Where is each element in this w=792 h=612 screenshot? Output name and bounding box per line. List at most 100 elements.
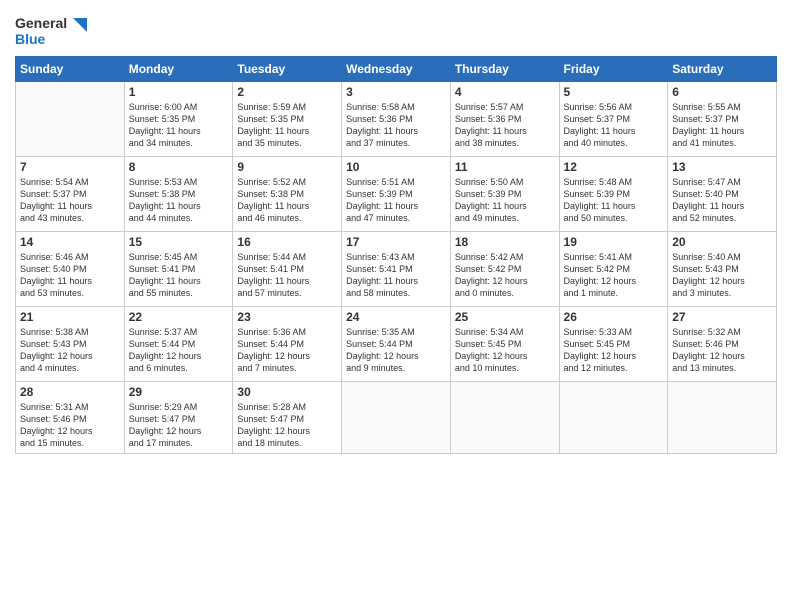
header: General Blue	[15, 10, 777, 50]
day-info: Sunrise: 5:42 AM Sunset: 5:42 PM Dayligh…	[455, 251, 555, 300]
weekday-header-friday: Friday	[559, 57, 668, 82]
calendar-cell	[450, 382, 559, 454]
day-info: Sunrise: 5:44 AM Sunset: 5:41 PM Dayligh…	[237, 251, 337, 300]
day-info: Sunrise: 5:45 AM Sunset: 5:41 PM Dayligh…	[129, 251, 229, 300]
svg-text:General: General	[15, 15, 67, 31]
day-number: 27	[672, 310, 772, 324]
calendar-cell: 4 Sunrise: 5:57 AM Sunset: 5:36 PM Daylig…	[450, 82, 559, 157]
day-number: 12	[564, 160, 664, 174]
calendar-cell: 20Sunrise: 5:40 AM Sunset: 5:43 PM Dayli…	[668, 232, 777, 307]
calendar-header: SundayMondayTuesdayWednesdayThursdayFrid…	[16, 57, 777, 82]
calendar-week-5: 28 Sunrise: 5:31 AM Sunset: 5:46 PM Dayli…	[16, 382, 777, 454]
calendar-cell: 5 Sunrise: 5:56 AM Sunset: 5:37 PM Daylig…	[559, 82, 668, 157]
logo-area: General Blue	[15, 10, 95, 50]
calendar-cell: 11 Sunrise: 5:50 AM Sunset: 5:39 PM Dayli…	[450, 157, 559, 232]
day-info: Sunrise: 5:46 AM Sunset: 5:40 PM Dayligh…	[20, 251, 120, 300]
calendar-cell: 22Sunrise: 5:37 AM Sunset: 5:44 PM Dayli…	[124, 307, 233, 382]
day-number: 2	[237, 85, 337, 99]
calendar-cell: 29 Sunrise: 5:29 AM Sunset: 5:47 PM Dayli…	[124, 382, 233, 454]
calendar-cell: 23Sunrise: 5:36 AM Sunset: 5:44 PM Dayli…	[233, 307, 342, 382]
calendar-cell	[668, 382, 777, 454]
calendar-cell: 2 Sunrise: 5:59 AM Sunset: 5:35 PM Daylig…	[233, 82, 342, 157]
day-number: 15	[129, 235, 229, 249]
page: General Blue SundayMondayTuesdayWednesda…	[0, 0, 792, 612]
logo-icon: General Blue	[15, 10, 95, 50]
calendar-cell: 28 Sunrise: 5:31 AM Sunset: 5:46 PM Dayli…	[16, 382, 125, 454]
day-info: Sunrise: 5:40 AM Sunset: 5:43 PM Dayligh…	[672, 251, 772, 300]
calendar-cell: 7 Sunrise: 5:54 AM Sunset: 5:37 PM Daylig…	[16, 157, 125, 232]
day-number: 24	[346, 310, 446, 324]
calendar-cell	[559, 382, 668, 454]
calendar-cell: 26Sunrise: 5:33 AM Sunset: 5:45 PM Dayli…	[559, 307, 668, 382]
calendar-week-3: 14 Sunrise: 5:46 AM Sunset: 5:40 PM Dayli…	[16, 232, 777, 307]
day-info: Sunrise: 5:53 AM Sunset: 5:38 PM Dayligh…	[129, 176, 229, 225]
calendar-cell	[16, 82, 125, 157]
day-number: 21	[20, 310, 120, 324]
weekday-header-sunday: Sunday	[16, 57, 125, 82]
day-info: Sunrise: 5:32 AM Sunset: 5:46 PM Dayligh…	[672, 326, 772, 375]
day-number: 13	[672, 160, 772, 174]
day-number: 7	[20, 160, 120, 174]
day-info: Sunrise: 5:55 AM Sunset: 5:37 PM Dayligh…	[672, 101, 772, 150]
svg-text:Blue: Blue	[15, 31, 46, 47]
calendar-cell: 16 Sunrise: 5:44 AM Sunset: 5:41 PM Dayli…	[233, 232, 342, 307]
day-info: Sunrise: 5:52 AM Sunset: 5:38 PM Dayligh…	[237, 176, 337, 225]
calendar-cell: 21 Sunrise: 5:38 AM Sunset: 5:43 PM Dayli…	[16, 307, 125, 382]
calendar-cell: 19 Sunrise: 5:41 AM Sunset: 5:42 PM Dayli…	[559, 232, 668, 307]
day-info: Sunrise: 5:31 AM Sunset: 5:46 PM Dayligh…	[20, 401, 120, 450]
day-number: 26	[564, 310, 664, 324]
day-info: Sunrise: 5:48 AM Sunset: 5:39 PM Dayligh…	[564, 176, 664, 225]
calendar-cell: 18 Sunrise: 5:42 AM Sunset: 5:42 PM Dayli…	[450, 232, 559, 307]
day-info: Sunrise: 5:28 AM Sunset: 5:47 PM Dayligh…	[237, 401, 337, 450]
calendar-cell: 10 Sunrise: 5:51 AM Sunset: 5:39 PM Dayli…	[342, 157, 451, 232]
day-number: 3	[346, 85, 446, 99]
day-info: Sunrise: 5:57 AM Sunset: 5:36 PM Dayligh…	[455, 101, 555, 150]
day-number: 18	[455, 235, 555, 249]
day-info: Sunrise: 5:29 AM Sunset: 5:47 PM Dayligh…	[129, 401, 229, 450]
day-number: 6	[672, 85, 772, 99]
day-number: 4	[455, 85, 555, 99]
weekday-header-wednesday: Wednesday	[342, 57, 451, 82]
day-info: Sunrise: 5:51 AM Sunset: 5:39 PM Dayligh…	[346, 176, 446, 225]
calendar-cell: 13Sunrise: 5:47 AM Sunset: 5:40 PM Dayli…	[668, 157, 777, 232]
day-info: Sunrise: 5:56 AM Sunset: 5:37 PM Dayligh…	[564, 101, 664, 150]
day-info: Sunrise: 5:35 AM Sunset: 5:44 PM Dayligh…	[346, 326, 446, 375]
calendar-cell: 12 Sunrise: 5:48 AM Sunset: 5:39 PM Dayli…	[559, 157, 668, 232]
calendar-cell: 8 Sunrise: 5:53 AM Sunset: 5:38 PM Daylig…	[124, 157, 233, 232]
day-info: Sunrise: 5:34 AM Sunset: 5:45 PM Dayligh…	[455, 326, 555, 375]
calendar-cell: 6 Sunrise: 5:55 AM Sunset: 5:37 PM Daylig…	[668, 82, 777, 157]
calendar-cell: 3Sunrise: 5:58 AM Sunset: 5:36 PM Daylig…	[342, 82, 451, 157]
day-info: Sunrise: 5:37 AM Sunset: 5:44 PM Dayligh…	[129, 326, 229, 375]
day-number: 28	[20, 385, 120, 399]
day-number: 29	[129, 385, 229, 399]
calendar-cell: 17Sunrise: 5:43 AM Sunset: 5:41 PM Dayli…	[342, 232, 451, 307]
calendar-week-4: 21 Sunrise: 5:38 AM Sunset: 5:43 PM Dayli…	[16, 307, 777, 382]
calendar-cell: 9 Sunrise: 5:52 AM Sunset: 5:38 PM Daylig…	[233, 157, 342, 232]
calendar-cell: 30Sunrise: 5:28 AM Sunset: 5:47 PM Dayli…	[233, 382, 342, 454]
day-number: 11	[455, 160, 555, 174]
day-number: 14	[20, 235, 120, 249]
day-number: 8	[129, 160, 229, 174]
day-number: 23	[237, 310, 337, 324]
calendar-week-1: 1Sunrise: 6:00 AM Sunset: 5:35 PM Daylig…	[16, 82, 777, 157]
day-number: 9	[237, 160, 337, 174]
day-info: Sunrise: 5:43 AM Sunset: 5:41 PM Dayligh…	[346, 251, 446, 300]
calendar-cell: 1Sunrise: 6:00 AM Sunset: 5:35 PM Daylig…	[124, 82, 233, 157]
day-info: Sunrise: 5:38 AM Sunset: 5:43 PM Dayligh…	[20, 326, 120, 375]
day-info: Sunrise: 5:59 AM Sunset: 5:35 PM Dayligh…	[237, 101, 337, 150]
day-number: 5	[564, 85, 664, 99]
day-number: 16	[237, 235, 337, 249]
day-info: Sunrise: 5:50 AM Sunset: 5:39 PM Dayligh…	[455, 176, 555, 225]
calendar-table: SundayMondayTuesdayWednesdayThursdayFrid…	[15, 56, 777, 454]
day-info: Sunrise: 5:54 AM Sunset: 5:37 PM Dayligh…	[20, 176, 120, 225]
calendar-cell: 25Sunrise: 5:34 AM Sunset: 5:45 PM Dayli…	[450, 307, 559, 382]
day-info: Sunrise: 5:41 AM Sunset: 5:42 PM Dayligh…	[564, 251, 664, 300]
weekday-header-monday: Monday	[124, 57, 233, 82]
day-info: Sunrise: 6:00 AM Sunset: 5:35 PM Dayligh…	[129, 101, 229, 150]
weekday-header-tuesday: Tuesday	[233, 57, 342, 82]
day-number: 10	[346, 160, 446, 174]
day-number: 19	[564, 235, 664, 249]
calendar-cell: 15 Sunrise: 5:45 AM Sunset: 5:41 PM Dayli…	[124, 232, 233, 307]
calendar-week-2: 7 Sunrise: 5:54 AM Sunset: 5:37 PM Daylig…	[16, 157, 777, 232]
weekday-header-thursday: Thursday	[450, 57, 559, 82]
